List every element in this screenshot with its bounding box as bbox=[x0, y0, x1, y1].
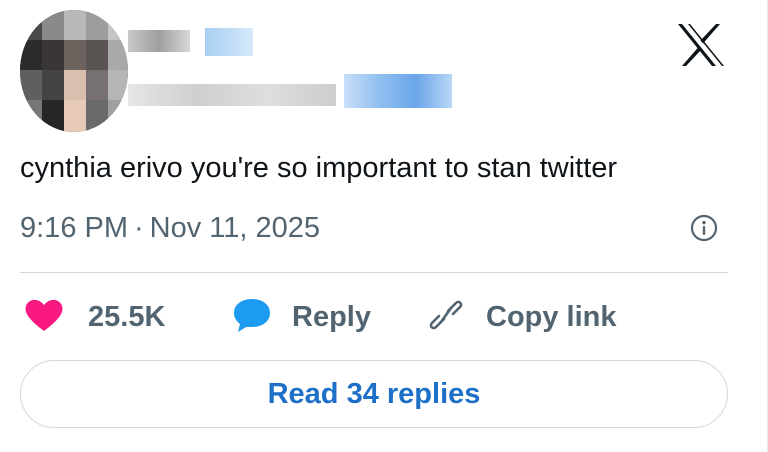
copy-link-button[interactable]: Copy link bbox=[426, 292, 617, 342]
like-button[interactable]: 25.5K bbox=[24, 292, 165, 342]
author-handle-blurred[interactable] bbox=[128, 84, 336, 106]
like-count: 25.5K bbox=[88, 300, 166, 333]
tweet-date[interactable]: Nov 11, 2025 bbox=[150, 212, 320, 244]
blurred-avatar-pixels bbox=[20, 10, 128, 132]
divider bbox=[20, 272, 728, 273]
speech-bubble-icon bbox=[232, 297, 272, 338]
tweet-time[interactable]: 9:16 PM bbox=[20, 212, 128, 244]
reply-label: Reply bbox=[292, 300, 371, 333]
meta-separator: · bbox=[134, 212, 144, 244]
author-name-blurred[interactable] bbox=[128, 30, 190, 52]
author-verified-blurred bbox=[205, 28, 253, 56]
info-icon[interactable] bbox=[690, 214, 718, 242]
read-replies-label: Read 34 replies bbox=[267, 377, 481, 410]
follow-link-blurred[interactable] bbox=[344, 74, 452, 108]
link-icon bbox=[426, 297, 466, 338]
tweet-timestamp[interactable]: 9:16 PM · Nov 11, 2025 bbox=[20, 208, 320, 248]
heart-icon bbox=[24, 297, 64, 338]
tweet-card: cynthia erivo you're so important to sta… bbox=[0, 0, 768, 452]
tweet-text: cynthia erivo you're so important to sta… bbox=[20, 152, 618, 184]
author-avatar[interactable] bbox=[20, 10, 128, 132]
read-replies-button[interactable]: Read 34 replies bbox=[20, 360, 728, 428]
reply-button[interactable]: Reply bbox=[232, 292, 371, 342]
x-logo-icon[interactable] bbox=[676, 22, 726, 68]
copy-link-label: Copy link bbox=[486, 300, 617, 333]
